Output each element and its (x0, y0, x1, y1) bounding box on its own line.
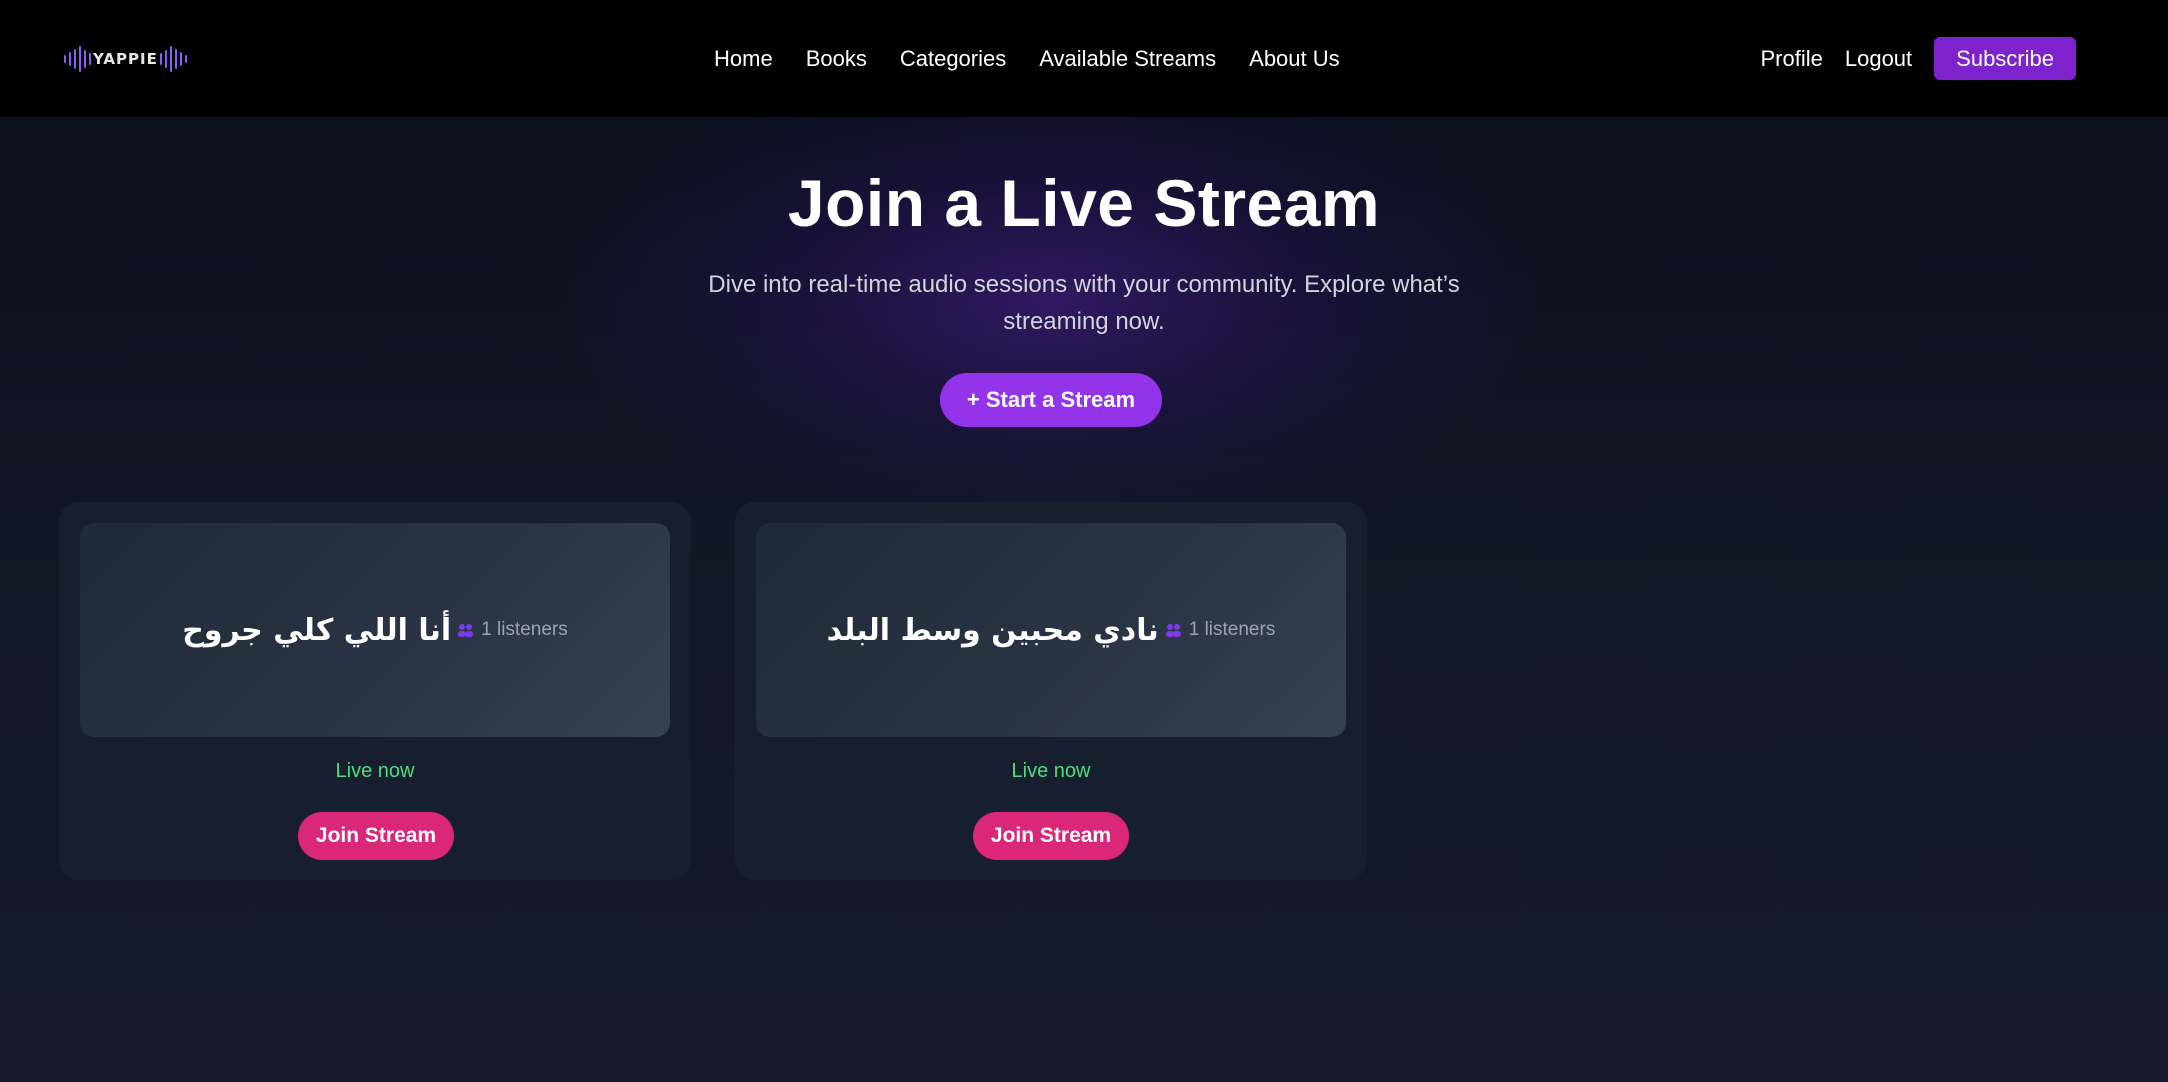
page-title: Join a Live Stream (787, 166, 1381, 240)
logout-link[interactable]: Logout (1845, 46, 1912, 72)
start-stream-button[interactable]: + Start a Stream (940, 373, 1162, 427)
nav-home[interactable]: Home (714, 46, 773, 72)
nav-books[interactable]: Books (806, 46, 867, 72)
main-nav: Home Books Categories Available Streams … (714, 0, 1340, 117)
audio-wave-icon (159, 44, 187, 74)
join-stream-button[interactable]: Join Stream (298, 812, 454, 860)
stream-banner[interactable]: أنا اللي كلي جروح 1 listeners (80, 523, 670, 737)
live-status: Live now (335, 760, 415, 782)
account-nav: Profile Logout Subscribe (1761, 0, 2076, 117)
join-stream-button[interactable]: Join Stream (973, 812, 1129, 860)
people-icon (458, 624, 474, 637)
logo-text: YAPPIE (93, 50, 158, 68)
stream-title: نادي محبين وسط البلد (826, 612, 1159, 648)
stream-banner[interactable]: نادي محبين وسط البلد 1 listeners (756, 523, 1346, 737)
listener-count: 1 listeners (481, 619, 568, 640)
hero: Join a Live Stream Dive into real-time a… (0, 170, 2168, 340)
stream-card: نادي محبين وسط البلد 1 listeners Live no… (735, 502, 1367, 880)
people-icon (1165, 624, 1181, 637)
listener-count: 1 listeners (1188, 619, 1276, 640)
stream-card: أنا اللي كلي جروح 1 listeners Live now J… (59, 502, 691, 880)
nav-categories[interactable]: Categories (900, 46, 1006, 72)
audio-wave-icon (64, 44, 91, 74)
logo[interactable]: YAPPIE (64, 44, 187, 74)
stream-title: أنا اللي كلي جروح (182, 612, 452, 648)
page-subtitle: Dive into real-time audio sessions with … (708, 271, 1460, 335)
subscribe-button[interactable]: Subscribe (1934, 37, 2076, 80)
navbar: YAPPIE Home Books Categories Available S… (0, 0, 2168, 117)
nav-about-us[interactable]: About Us (1249, 46, 1340, 72)
live-status: Live now (1011, 760, 1091, 782)
profile-link[interactable]: Profile (1761, 46, 1823, 72)
nav-available-streams[interactable]: Available Streams (1039, 46, 1216, 72)
